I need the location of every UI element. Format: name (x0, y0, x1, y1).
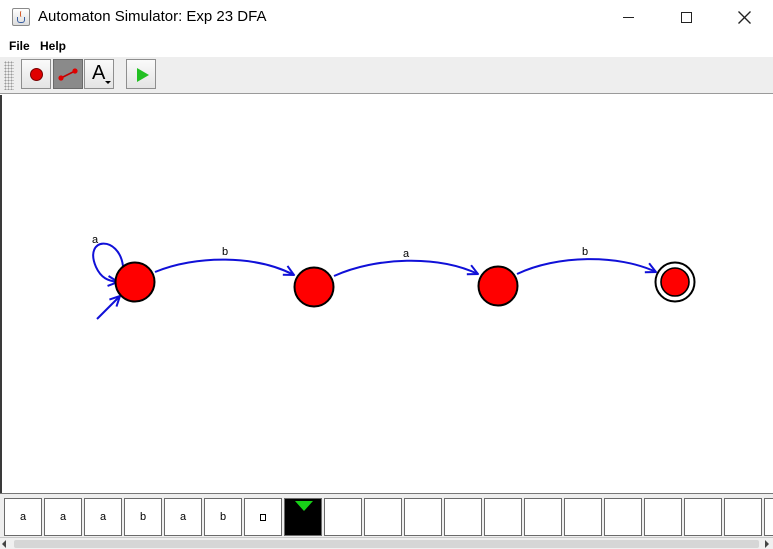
window-left-border (0, 95, 2, 493)
state-q3-accepting[interactable] (654, 261, 696, 303)
tape-cell[interactable]: a (44, 498, 82, 536)
close-button[interactable] (715, 0, 773, 34)
minimize-button[interactable] (599, 0, 657, 34)
transition-arrow-icon (58, 68, 78, 81)
tape-cell[interactable] (764, 498, 773, 536)
red-dot-icon (30, 68, 43, 81)
automaton-diagram[interactable]: a b a b (1, 95, 773, 493)
tape-cell[interactable]: a (4, 498, 42, 536)
tape-cell[interactable] (604, 498, 642, 536)
maximize-button[interactable] (657, 0, 715, 34)
toolbar-grip[interactable] (4, 61, 14, 90)
menu-help[interactable]: Help (40, 39, 66, 53)
tape-cell[interactable] (644, 498, 682, 536)
java-cup-icon[interactable] (12, 8, 30, 26)
initial-arrow (96, 296, 120, 320)
tape-cell[interactable]: b (124, 498, 162, 536)
transition-label: a (403, 248, 410, 260)
automaton-canvas[interactable]: a b a b (0, 95, 773, 493)
tape-cell[interactable]: a (164, 498, 202, 536)
tape-cell[interactable] (524, 498, 562, 536)
text-a-icon: A (92, 62, 106, 84)
title-bar[interactable]: Automaton Simulator: Exp 23 DFA (0, 0, 773, 34)
blank-symbol-icon (260, 513, 266, 521)
add-state-tool[interactable] (21, 59, 51, 89)
app-window: Automaton Simulator: Exp 23 DFA File Hel… (0, 0, 773, 549)
transition-label: a (92, 234, 99, 246)
tape-cell[interactable] (564, 498, 602, 536)
scroll-left-arrow-icon[interactable] (2, 540, 6, 548)
scroll-right-arrow-icon[interactable] (765, 540, 769, 548)
minimize-icon (622, 16, 634, 18)
tape-cell-head[interactable] (284, 498, 322, 536)
tape-cell[interactable] (444, 498, 482, 536)
dropdown-caret-icon (105, 81, 111, 84)
tape-cell[interactable]: a (84, 498, 122, 536)
transition-label: b (222, 246, 228, 258)
transition-q1-q2[interactable] (333, 259, 478, 277)
scrollbar-thumb[interactable] (14, 540, 759, 548)
tape-cell[interactable]: b (204, 498, 242, 536)
tape-cell[interactable] (484, 498, 522, 536)
tape-cell[interactable] (364, 498, 402, 536)
tape-cell-blank[interactable] (244, 498, 282, 536)
input-tape[interactable]: a a a b a b (0, 493, 773, 537)
window-title: Automaton Simulator: Exp 23 DFA (38, 8, 267, 25)
transition-q2-q3[interactable] (516, 258, 656, 275)
transition-label: b (582, 246, 588, 258)
tape-cell[interactable] (404, 498, 442, 536)
state-q0[interactable] (114, 261, 156, 303)
add-transition-tool[interactable] (53, 59, 83, 89)
toolbar: A (0, 57, 773, 94)
tape-cell[interactable] (724, 498, 762, 536)
add-text-tool[interactable]: A (84, 59, 114, 89)
run-simulation-tool[interactable] (126, 59, 156, 89)
maximize-icon (680, 11, 692, 23)
menu-file[interactable]: File (9, 39, 30, 53)
state-q2[interactable] (477, 265, 519, 307)
tape-cell[interactable] (324, 498, 362, 536)
tape-scrollbar[interactable] (0, 537, 773, 549)
transition-q0-q1[interactable] (154, 258, 294, 275)
tape-head-icon (295, 501, 313, 511)
state-q1[interactable] (293, 266, 335, 308)
close-icon (737, 10, 751, 24)
menu-bar: File Help (0, 36, 773, 56)
tape-cell[interactable] (684, 498, 722, 536)
green-play-icon (137, 68, 149, 82)
